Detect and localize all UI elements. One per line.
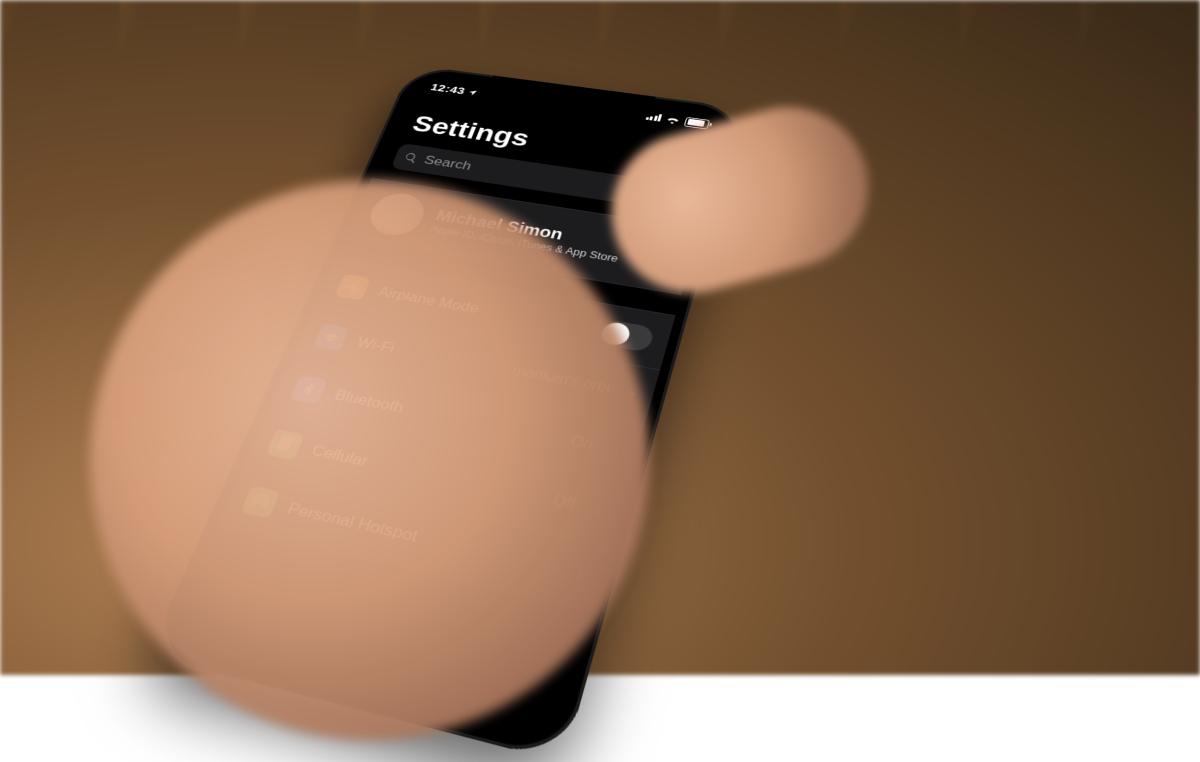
search-icon <box>402 151 420 164</box>
wifi-status-icon <box>664 114 682 124</box>
location-icon <box>467 88 479 96</box>
search-placeholder: Search <box>422 153 474 173</box>
hand-silhouette <box>90 180 650 740</box>
cellular-signal-icon <box>645 112 662 121</box>
